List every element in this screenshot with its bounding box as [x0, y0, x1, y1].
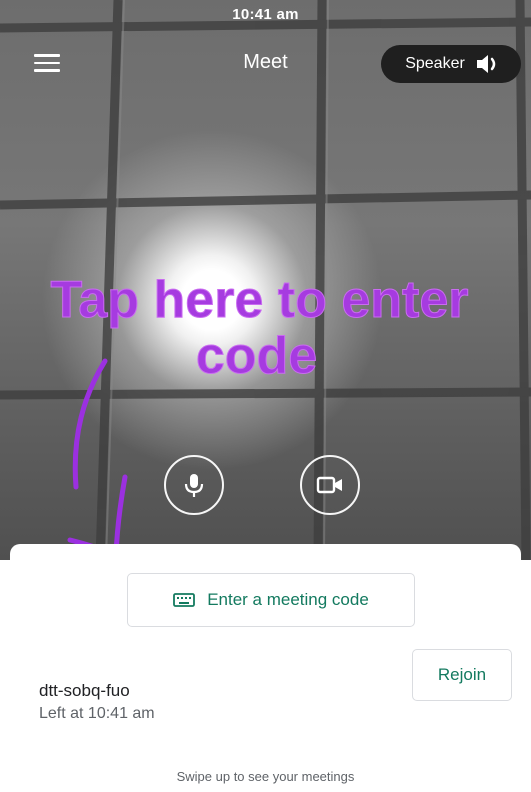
camera-preview: 10:41 am Meet Speaker Tap here to enter … — [0, 0, 531, 560]
rejoin-button[interactable]: Rejoin — [412, 649, 512, 701]
speaker-label: Speaker — [405, 55, 465, 72]
camera-toggle-button[interactable] — [300, 455, 360, 515]
speaker-button[interactable]: Speaker — [381, 45, 521, 83]
microphone-toggle-button[interactable] — [164, 455, 224, 515]
recent-meeting-code: dtt-sobq-fuo — [39, 681, 130, 700]
annotation-arrow — [67, 358, 128, 560]
swipe-up-hint: Swipe up to see your meetings — [176, 769, 355, 784]
recent-meeting-time: Left at 10:41 am — [39, 705, 155, 722]
status-bar-time: 10:41 am — [232, 6, 299, 23]
video-camera-icon — [316, 476, 342, 494]
volume-icon — [476, 55, 496, 73]
enter-meeting-code-button[interactable]: Enter a meeting code — [127, 573, 415, 627]
keyboard-icon — [173, 593, 196, 607]
microphone-icon — [184, 474, 204, 497]
annotation-line-1: Tap here to enter — [50, 271, 469, 329]
enter-meeting-code-label: Enter a meeting code — [207, 590, 369, 609]
